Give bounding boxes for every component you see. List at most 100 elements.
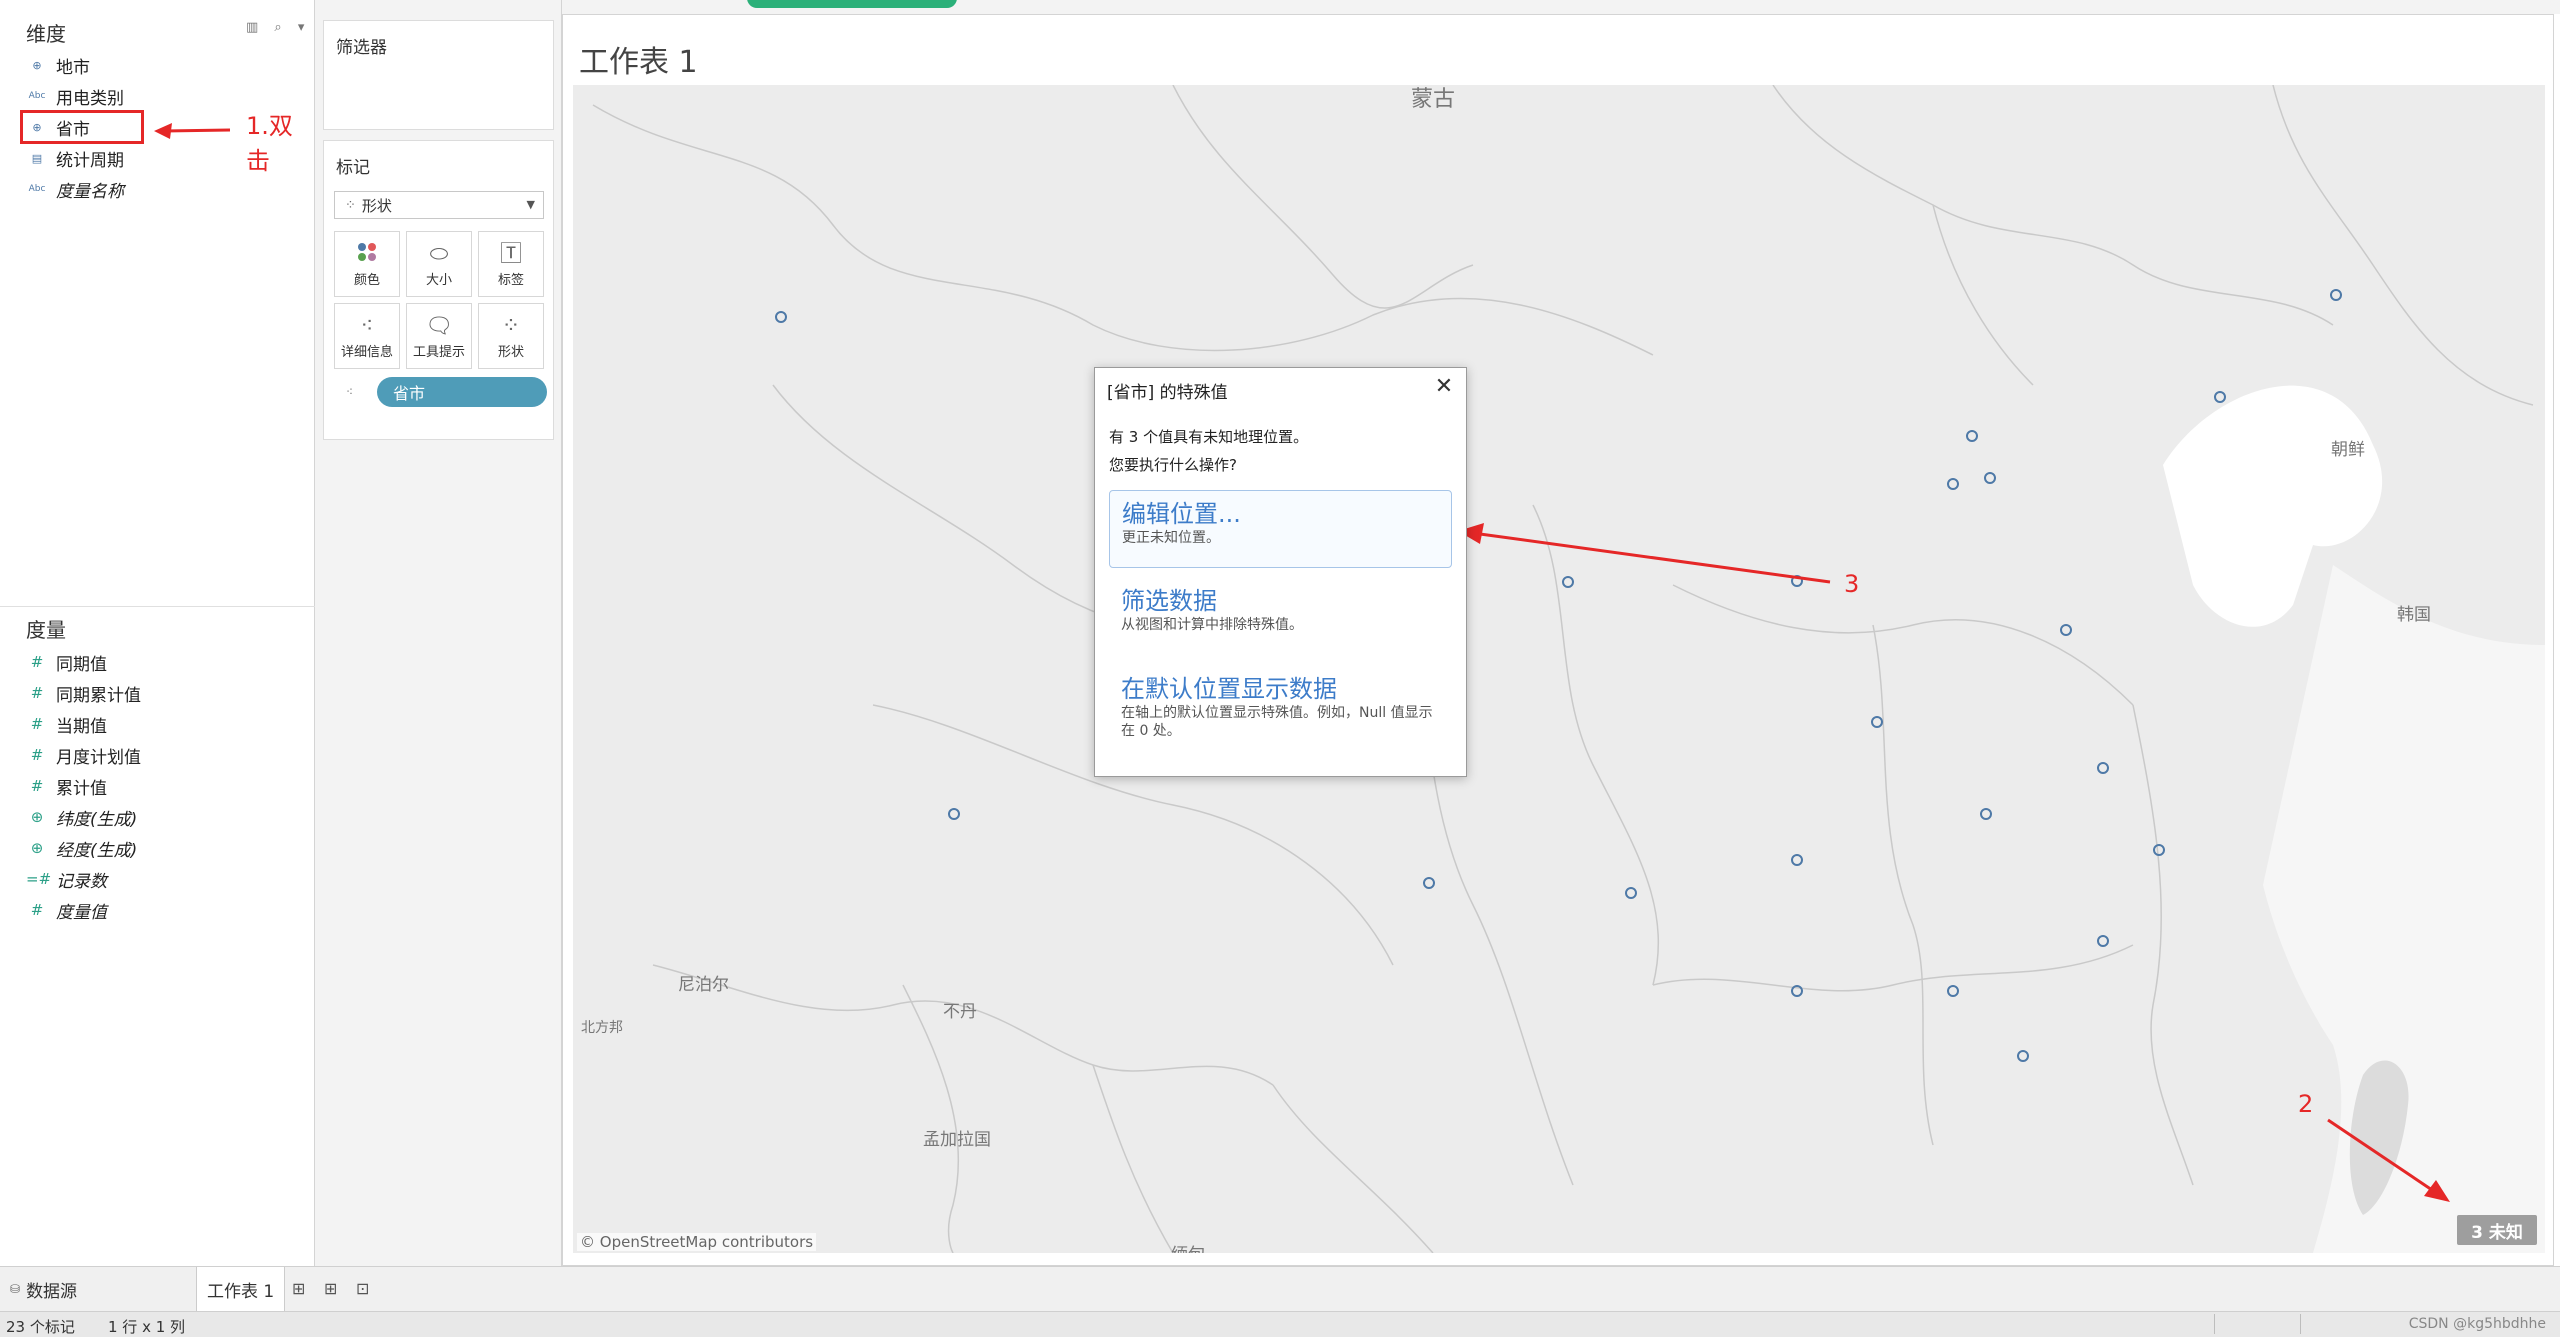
- field-longitude[interactable]: ⊕ 经度(生成): [26, 833, 138, 863]
- tooltip-icon: 🗨: [425, 313, 453, 339]
- map-point: [1947, 478, 1959, 490]
- map-view[interactable]: 蒙古 朝鲜 韩国 尼泊尔 北方邦 不丹 孟加拉国 缅甸 © OpenStreet…: [573, 85, 2545, 1253]
- field-label: 度量名称: [56, 181, 124, 202]
- mark-type-value: 形状: [361, 196, 392, 215]
- tab-label: 数据源: [26, 1281, 78, 1302]
- pill-shengshi[interactable]: 省市: [377, 377, 547, 407]
- measure-icon: #: [30, 777, 44, 795]
- color-button[interactable]: 颜色: [334, 231, 400, 297]
- data-pane: 维度 ▥ ⌕ ▾ ⊕ 地市 Abc 用电类别 ⊕ 省市 ▤ 统计周期 Abc 度…: [0, 0, 315, 1266]
- dialog-message-line2: 您要执行什么操作?: [1109, 456, 1237, 474]
- field-duliang-mingcheng[interactable]: Abc 度量名称: [26, 174, 124, 204]
- label-label: 标签: [497, 272, 524, 288]
- field-tongqi-leiji[interactable]: # 同期累计值: [26, 678, 141, 708]
- tooltip-button[interactable]: 🗨 工具提示: [406, 303, 472, 369]
- color-icon: [356, 241, 378, 269]
- worksheet-title[interactable]: 工作表 1: [579, 37, 698, 81]
- map-point: [1947, 985, 1959, 997]
- new-dashboard-icon[interactable]: ⊞: [324, 1279, 337, 1298]
- new-worksheet-icon[interactable]: ⊞: [292, 1279, 305, 1298]
- map-label-nepal: 尼泊尔: [678, 975, 729, 995]
- globe-icon: ⊕: [30, 808, 44, 826]
- option-desc: 更正未知位置。: [1122, 530, 1220, 546]
- globe-icon: ⊕: [32, 58, 42, 72]
- field-yuedu-jihua[interactable]: # 月度计划值: [26, 740, 141, 770]
- map-point: [1980, 808, 1992, 820]
- field-latitude[interactable]: ⊕ 纬度(生成): [26, 802, 138, 832]
- edit-locations-option[interactable]: 编辑位置... 更正未知位置。: [1109, 490, 1452, 568]
- dialog-title: [省市] 的特殊值: [1107, 383, 1228, 403]
- measure-icon: #: [30, 653, 44, 671]
- field-leiji[interactable]: # 累计值: [26, 771, 107, 801]
- field-label: 累计值: [56, 778, 107, 799]
- new-story-icon[interactable]: ⊡: [356, 1279, 369, 1298]
- status-bar: 23 个标记 1 行 x 1 列 CSDN @kg5hbdhhe: [0, 1311, 2560, 1337]
- map-attribution[interactable]: © OpenStreetMap contributors: [577, 1233, 817, 1251]
- field-label: 经度(生成): [56, 840, 138, 861]
- status-rows-cols: 1 行 x 1 列: [108, 1318, 186, 1336]
- tab-label: 工作表 1: [207, 1281, 275, 1302]
- field-label: 纬度(生成): [56, 809, 138, 830]
- size-button[interactable]: ⬭ 大小: [406, 231, 472, 297]
- filters-card[interactable]: 筛选器: [323, 20, 554, 130]
- pane-tools-icons[interactable]: ▥ ⌕ ▾: [246, 20, 310, 35]
- shelves-column: 筛选器 标记 ⁘ 形状 ▼ 颜色 ⬭ 大小 🅃 标签 ⁖ 详细信息 🗨 工具提示: [315, 0, 562, 1266]
- unknown-values-badge[interactable]: 3 未知: [2457, 1215, 2537, 1245]
- option-title: 在默认位置显示数据: [1121, 675, 1337, 703]
- map-point: [1984, 472, 1996, 484]
- top-green-tab[interactable]: [747, 0, 957, 8]
- field-tongji-zhouqi[interactable]: ▤ 统计周期: [26, 143, 124, 173]
- detail-label: 详细信息: [340, 344, 393, 360]
- field-label: 月度计划值: [56, 747, 141, 768]
- tab-datasource[interactable]: ⛁ 数据源: [10, 1267, 77, 1311]
- status-divider: [2214, 1314, 2215, 1334]
- shape-button[interactable]: ⁘ 形状: [478, 303, 544, 369]
- field-dangqi[interactable]: # 当期值: [26, 709, 107, 739]
- annotation-arrow-1: [154, 123, 231, 139]
- map-point: [2017, 1050, 2029, 1062]
- measure-icon: =#: [26, 870, 52, 888]
- marks-card: 标记 ⁘ 形状 ▼ 颜色 ⬭ 大小 🅃 标签 ⁖ 详细信息 🗨 工具提示 ⁘ 形…: [323, 140, 554, 440]
- special-values-dialog: [省市] 的特殊值 ✕ 有 3 个值具有未知地理位置。 您要执行什么操作? 编辑…: [1094, 367, 1467, 777]
- label-button[interactable]: 🅃 标签: [478, 231, 544, 297]
- globe-icon: ⊕: [30, 839, 44, 857]
- option-desc: 从视图和计算中排除特殊值。: [1121, 617, 1303, 633]
- field-label: 地市: [56, 57, 90, 78]
- annotation-highlight-box: [20, 110, 144, 144]
- shape-label: 形状: [497, 344, 524, 360]
- close-icon[interactable]: ✕: [1432, 376, 1456, 400]
- map-label-south-korea: 韩国: [2397, 605, 2431, 625]
- color-label: 颜色: [353, 272, 380, 288]
- map-point: [1966, 430, 1978, 442]
- chevron-down-icon: ▼: [526, 198, 535, 211]
- field-dishi[interactable]: ⊕ 地市: [26, 50, 90, 80]
- annotation-step-1: 1.双击: [246, 112, 293, 175]
- field-label: 用电类别: [56, 88, 124, 109]
- filter-data-option[interactable]: 筛选数据 从视图和计算中排除特殊值。: [1109, 578, 1452, 648]
- detail-button[interactable]: ⁖ 详细信息: [334, 303, 400, 369]
- map-label-bangladesh: 孟加拉国: [923, 1130, 991, 1150]
- map-point: [2330, 289, 2342, 301]
- field-tongqi[interactable]: # 同期值: [26, 647, 107, 677]
- tooltip-label: 工具提示: [412, 344, 465, 360]
- watermark: CSDN @kg5hbdhhe: [2408, 1316, 2546, 1332]
- filters-title: 筛选器: [336, 38, 387, 58]
- mark-type-select[interactable]: ⁘ 形状 ▼: [334, 191, 544, 219]
- dialog-message-line1: 有 3 个值具有未知地理位置。: [1109, 428, 1309, 446]
- tab-sheet1[interactable]: 工作表 1: [196, 1267, 286, 1311]
- detail-icon: ⁖: [346, 385, 354, 399]
- field-measure-values[interactable]: # 度量值: [26, 895, 107, 925]
- top-strip: [562, 0, 2560, 14]
- field-label: 统计周期: [56, 150, 124, 171]
- text-icon: 🅃: [499, 241, 522, 267]
- annotation-step-3: 3: [1844, 570, 1860, 598]
- field-label: 同期累计值: [56, 685, 141, 706]
- field-record-count[interactable]: =# 记录数: [26, 864, 107, 894]
- field-yongdian-leibie[interactable]: Abc 用电类别: [26, 81, 124, 111]
- option-title: 筛选数据: [1121, 587, 1217, 615]
- option-title: 编辑位置...: [1122, 500, 1241, 528]
- show-default-location-option[interactable]: 在默认位置显示数据 在轴上的默认位置显示特殊值。例如，Null 值显示在 0 处…: [1109, 666, 1452, 766]
- pane-divider: [0, 606, 315, 607]
- map-marks: [775, 289, 2342, 1062]
- field-label: 同期值: [56, 654, 107, 675]
